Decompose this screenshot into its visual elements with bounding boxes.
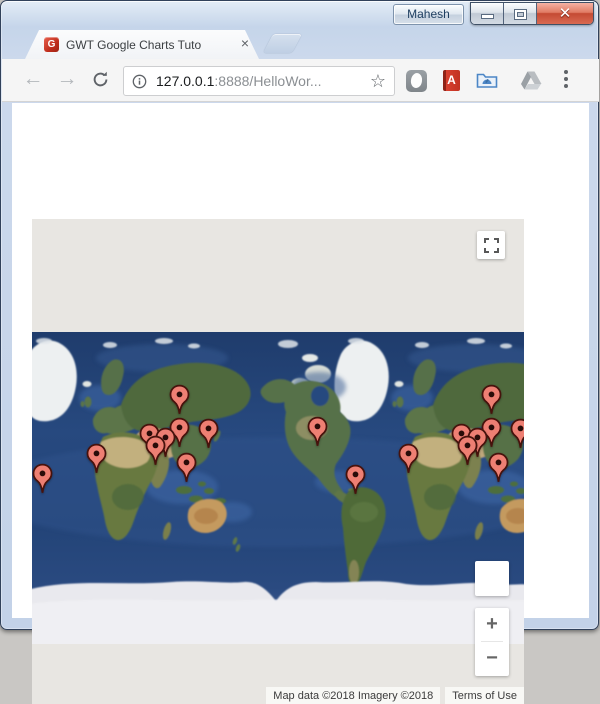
zoom-in-button[interactable]: + (475, 608, 509, 641)
extension-drive-icon[interactable] (520, 70, 542, 90)
marker-layer (32, 219, 524, 704)
close-icon: ✕ (558, 5, 572, 22)
map-marker[interactable] (307, 416, 328, 448)
bookmark-star-icon[interactable]: ☆ (370, 72, 386, 90)
minimize-button[interactable] (471, 3, 504, 24)
back-button[interactable]: ← (20, 66, 46, 92)
zoom-control: + − (475, 608, 509, 676)
map-marker[interactable] (481, 384, 502, 416)
url-host: 127.0.0.1 (156, 73, 215, 89)
attribution-text: Map data ©2018 Imagery ©2018 (266, 687, 441, 704)
map-marker[interactable] (32, 463, 53, 495)
pegman-control[interactable] (475, 561, 509, 596)
extension-shield-icon[interactable] (406, 70, 427, 92)
page-info-icon[interactable] (132, 74, 147, 89)
extension-download-folder-icon[interactable] (476, 70, 498, 89)
gwt-favicon-icon: G (44, 37, 59, 52)
map-marker[interactable] (345, 464, 366, 496)
map-marker[interactable] (198, 418, 219, 450)
fullscreen-button[interactable] (477, 231, 505, 259)
fullscreen-icon (483, 237, 499, 253)
extension-dictionary-icon[interactable]: A (443, 70, 460, 91)
url-path: :8888/HelloWor... (214, 73, 322, 89)
map-marker[interactable] (510, 418, 525, 450)
terms-of-use-link[interactable]: Terms of Use (445, 687, 524, 704)
tab-strip: G GWT Google Charts Tuto × (1, 29, 598, 59)
address-bar[interactable]: 127.0.0.1:8888/HelloWor... ☆ (123, 66, 395, 96)
reload-button[interactable] (91, 70, 110, 89)
map-attribution: Map data ©2018 Imagery ©2018 Terms of Us… (32, 687, 524, 704)
tab-title: GWT Google Charts Tuto (66, 38, 202, 52)
page-content: + − Map data ©2018 Imagery ©2018 Terms o… (12, 103, 589, 704)
shield-inner (410, 72, 423, 89)
browser-window: Mahesh ✕ G GWT Google Charts Tuto × ← → (0, 0, 599, 704)
map-marker[interactable] (169, 384, 190, 416)
maximize-button[interactable] (504, 3, 537, 24)
window-controls: ✕ (470, 2, 594, 25)
google-map[interactable]: + − Map data ©2018 Imagery ©2018 Terms o… (32, 219, 524, 704)
zoom-out-button[interactable]: − (475, 642, 509, 675)
navigation-toolbar: ← → 127.0.0.1:8888/HelloWor... ☆ A (2, 59, 599, 102)
map-marker[interactable] (145, 435, 166, 467)
map-marker[interactable] (86, 443, 107, 475)
new-tab-button[interactable] (262, 34, 303, 53)
map-marker[interactable] (457, 435, 478, 467)
tab-gwt-google-charts[interactable]: G GWT Google Charts Tuto × (25, 30, 259, 59)
browser-menu-icon[interactable] (564, 70, 568, 74)
profile-button[interactable]: Mahesh (393, 4, 464, 25)
map-marker[interactable] (488, 452, 509, 484)
tab-close-icon[interactable]: × (237, 36, 253, 52)
map-marker[interactable] (398, 443, 419, 475)
url-text[interactable]: 127.0.0.1:8888/HelloWor... (156, 73, 322, 89)
title-bar[interactable]: Mahesh ✕ (1, 1, 598, 29)
maximize-icon (515, 10, 526, 19)
map-marker[interactable] (176, 452, 197, 484)
forward-button[interactable]: → (54, 66, 80, 92)
close-button[interactable]: ✕ (537, 3, 593, 24)
minimize-icon (482, 15, 493, 18)
